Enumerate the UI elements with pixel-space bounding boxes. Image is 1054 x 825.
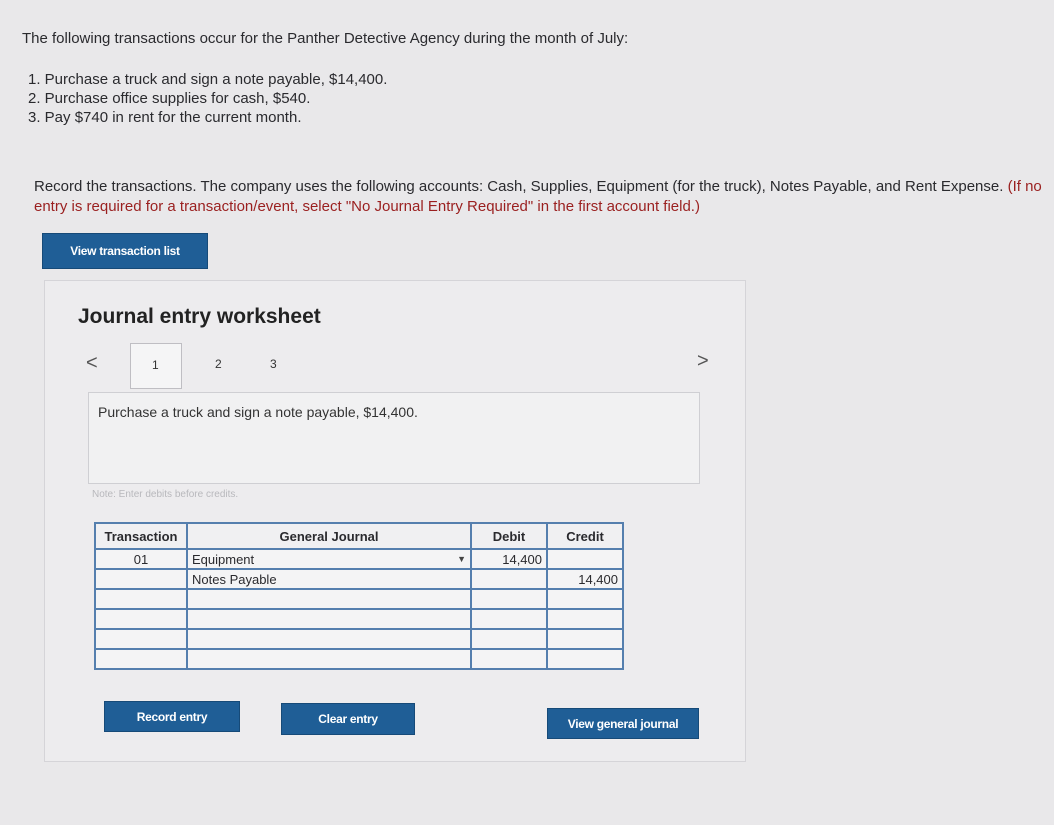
debit-credit-note: Note: Enter debits before credits. [92, 489, 239, 500]
clear-entry-button[interactable]: Clear entry [281, 703, 415, 735]
view-transaction-list-button[interactable]: View transaction list [42, 233, 208, 269]
account-select[interactable] [186, 628, 472, 650]
transaction-cell [94, 568, 188, 590]
debit-input[interactable] [470, 588, 548, 610]
table-row [94, 628, 624, 650]
transaction-list: 1. Purchase a truck and sign a note paya… [28, 70, 387, 127]
table-row [94, 588, 624, 610]
tab-3[interactable]: 3 [270, 357, 277, 371]
instructions-text: Record the transactions. The company use… [34, 178, 1004, 195]
credit-input[interactable]: 14,400 [546, 568, 624, 590]
prev-arrow-icon[interactable]: < [86, 352, 98, 375]
debit-input[interactable]: 14,400 [470, 548, 548, 570]
account-select[interactable] [186, 608, 472, 630]
credit-input[interactable] [546, 588, 624, 610]
transaction-cell: 01 [94, 548, 188, 570]
transaction-item: 1. Purchase a truck and sign a note paya… [28, 71, 388, 88]
view-general-journal-button[interactable]: View general journal [547, 708, 699, 739]
account-value: Equipment [192, 551, 255, 567]
tab-1-label: 1 [152, 358, 159, 372]
debit-input[interactable] [470, 608, 548, 630]
transaction-item: 3. Pay $740 in rent for the current mont… [28, 109, 302, 126]
account-value: Notes Payable [192, 571, 277, 587]
transaction-item: 2. Purchase office supplies for cash, $5… [28, 90, 311, 107]
credit-input[interactable] [546, 608, 624, 630]
transaction-cell [94, 608, 188, 630]
table-row [94, 608, 624, 630]
dropdown-arrow-icon[interactable]: ▼ [457, 554, 466, 564]
debit-input[interactable] [470, 628, 548, 650]
tab-2[interactable]: 2 [215, 357, 222, 371]
table-header-row: Transaction General Journal Debit Credit [94, 522, 624, 550]
table-row [94, 648, 624, 670]
worksheet-title: Journal entry worksheet [78, 305, 321, 328]
account-select[interactable]: Notes Payable [186, 568, 472, 590]
debit-input[interactable] [470, 648, 548, 670]
instructions: Record the transactions. The company use… [34, 177, 1049, 217]
account-select[interactable] [186, 588, 472, 610]
credit-input[interactable] [546, 648, 624, 670]
header-general-journal: General Journal [186, 522, 472, 550]
record-entry-button[interactable]: Record entry [104, 701, 240, 732]
account-select[interactable]: Equipment ▼ [186, 548, 472, 570]
problem-intro: The following transactions occur for the… [22, 30, 629, 47]
account-select[interactable] [186, 648, 472, 670]
credit-input[interactable] [546, 628, 624, 650]
header-credit: Credit [546, 522, 624, 550]
next-arrow-icon[interactable]: > [697, 350, 709, 373]
credit-input[interactable] [546, 548, 624, 570]
transaction-cell [94, 648, 188, 670]
table-row: Notes Payable 14,400 [94, 568, 624, 590]
transaction-cell [94, 628, 188, 650]
header-transaction: Transaction [94, 522, 188, 550]
transaction-description: Purchase a truck and sign a note payable… [98, 404, 418, 420]
transaction-cell [94, 588, 188, 610]
table-row: 01 Equipment ▼ 14,400 [94, 548, 624, 570]
journal-table: Transaction General Journal Debit Credit… [94, 522, 624, 670]
debit-input[interactable] [470, 568, 548, 590]
header-debit: Debit [470, 522, 548, 550]
